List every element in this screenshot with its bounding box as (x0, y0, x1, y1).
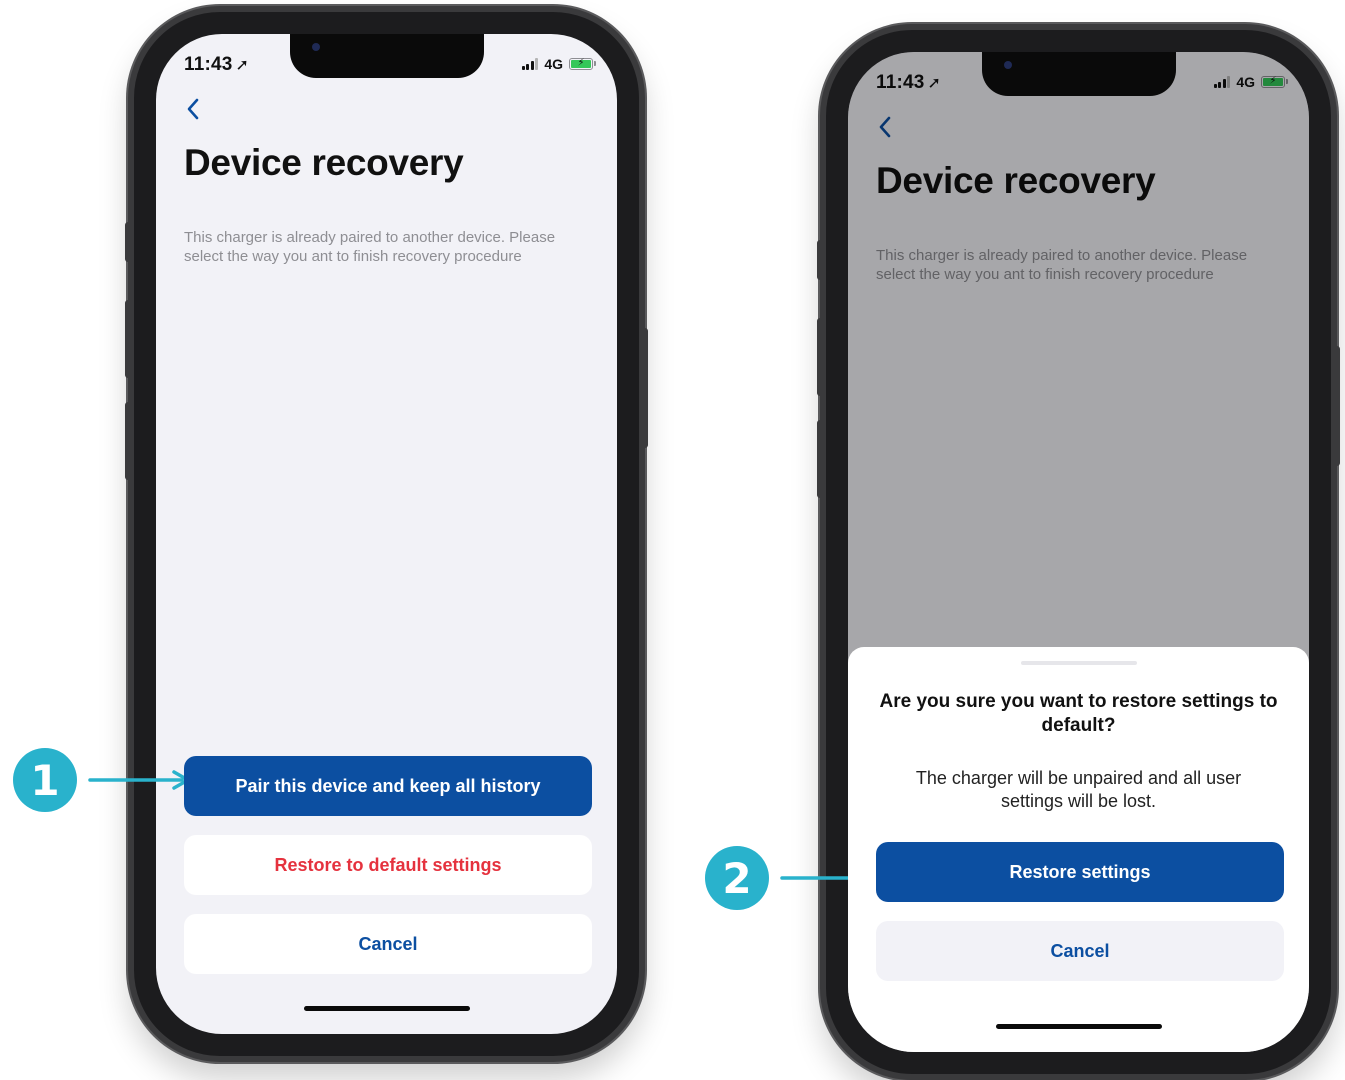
side-button (817, 420, 823, 498)
phone-frame-right: 11:43 ➚ 4G ⚡ Device recovery This charger… (817, 24, 1340, 1080)
sheet-cancel-label: Cancel (1050, 940, 1110, 961)
side-button (125, 402, 131, 480)
screen-device-recovery: 11:43 ➚ 4G ⚡ Device recovery This charger… (156, 34, 617, 1034)
home-indicator (995, 1024, 1162, 1029)
restore-default-label: Restore to default settings (274, 854, 502, 875)
sheet-cancel-button[interactable]: Cancel (876, 921, 1284, 981)
notch (289, 34, 484, 78)
screen-restore-confirmation: 11:43 ➚ 4G ⚡ Device recovery This charger… (848, 52, 1309, 1052)
page-title: Device recovery (184, 142, 464, 183)
step-2-badge: 2 (705, 846, 769, 910)
notch (981, 52, 1176, 96)
side-button (125, 300, 131, 378)
side-button (1334, 346, 1340, 466)
status-time: 11:43 ➚ (184, 54, 250, 75)
step-1-arrow-icon (88, 770, 190, 790)
side-button (817, 318, 823, 396)
restore-settings-label: Restore settings (1009, 861, 1151, 882)
phone-frame-left: 11:43 ➚ 4G ⚡ Device recovery This charger… (125, 6, 648, 1062)
location-arrow-icon: ➚ (235, 57, 250, 74)
restore-default-button[interactable]: Restore to default settings (184, 835, 592, 895)
signal-icon (521, 58, 539, 70)
sheet-message: The charger will be unpaired and all use… (915, 768, 1242, 811)
pair-device-label: Pair this device and keep all history (235, 775, 541, 796)
confirmation-sheet: Are you sure you want to restore setting… (848, 647, 1309, 1052)
cancel-button[interactable]: Cancel (184, 914, 592, 974)
side-button (642, 328, 648, 448)
cancel-label: Cancel (358, 933, 418, 954)
status-icons: 4G ⚡ (521, 56, 596, 72)
page-description: This charger is already paired to anothe… (184, 229, 556, 265)
sheet-grabber[interactable] (1020, 661, 1137, 665)
home-indicator (303, 1006, 470, 1011)
step-1-badge: 1 (13, 748, 77, 812)
sheet-title: Are you sure you want to restore setting… (879, 691, 1278, 736)
restore-settings-button[interactable]: Restore settings (876, 842, 1284, 902)
side-button (817, 240, 823, 280)
side-button (125, 222, 131, 262)
pair-device-button[interactable]: Pair this device and keep all history (184, 756, 592, 816)
network-label: 4G (544, 56, 563, 72)
back-button[interactable] (180, 96, 206, 122)
chevron-left-icon (187, 98, 199, 120)
battery-charging-icon: ⚡ (569, 58, 596, 70)
